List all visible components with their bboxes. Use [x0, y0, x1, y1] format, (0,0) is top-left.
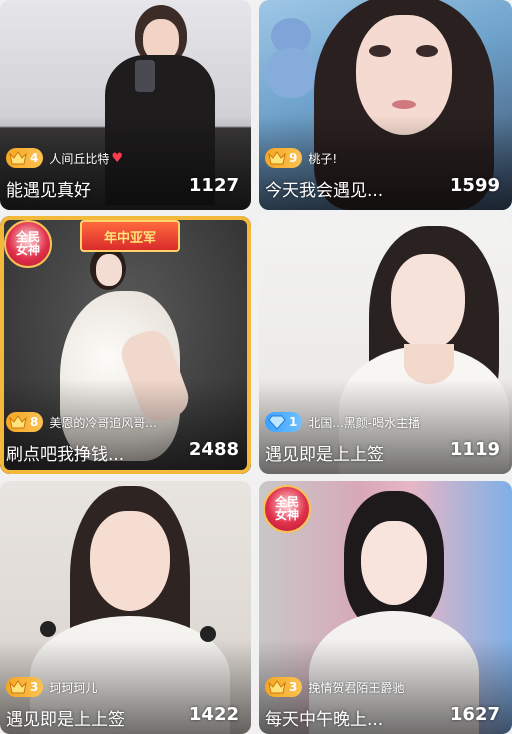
live-card-6[interactable]: 全民 女神 3 挽情贺君陌王爵驰 每天中午晚上... 1627 [259, 481, 512, 734]
goddess-badge: 全民 女神 [263, 485, 311, 533]
badge-line-2: 女神 [15, 243, 40, 257]
crown-icon [268, 680, 286, 694]
level-number: 1 [289, 415, 298, 429]
live-card-2[interactable]: 9 桃子! 今天我会遇见... 1599 [259, 0, 512, 210]
stream-title: 遇见即是上上签 [6, 710, 125, 730]
heart-icon: ♥ [111, 150, 124, 166]
viewer-count: 1127 [188, 175, 239, 196]
stream-title: 今天我会遇见... [265, 181, 384, 201]
level-number: 9 [289, 151, 298, 165]
level-badge: 4 [6, 148, 44, 168]
streamer-info: 9 桃子! [265, 147, 337, 169]
level-number: 3 [289, 680, 298, 694]
stream-title: 刷点吧我挣钱... [6, 445, 125, 465]
streamer-info: 4 人间丘比特 ♥ [6, 147, 123, 169]
level-badge: 3 [6, 677, 44, 697]
level-badge: 1 [265, 412, 303, 432]
level-badge: 3 [265, 677, 303, 697]
viewer-count: 1599 [449, 175, 500, 196]
goddess-badge: 全民 女神 [4, 220, 52, 268]
streamer-name: 人间丘比特 [49, 151, 110, 166]
level-badge: 8 [6, 412, 44, 432]
crown-icon [9, 680, 27, 694]
crown-icon [9, 415, 27, 429]
streamer-info: 3 挽情贺君陌王爵驰 [265, 676, 404, 698]
viewer-count: 2488 [188, 439, 239, 460]
streamer-info: 3 珂珂珂儿 [6, 676, 97, 698]
viewer-count: 1119 [449, 439, 500, 460]
streamer-name: 挽情贺君陌王爵驰 [308, 680, 405, 695]
crown-icon [9, 151, 27, 165]
streamer-info: 1 北国...黑颜-喝水主播 [265, 411, 420, 433]
crown-icon [268, 151, 286, 165]
level-number: 8 [30, 415, 39, 429]
level-badge: 9 [265, 148, 303, 168]
viewer-count: 1422 [188, 704, 239, 725]
award-banner: 年中亚军 [80, 220, 180, 252]
streamer-name: 珂珂珂儿 [49, 680, 98, 695]
streamer-name: 美恩的冷哥追风哥... [49, 415, 157, 430]
level-number: 3 [30, 680, 39, 694]
viewer-count: 1627 [449, 704, 500, 725]
live-card-1[interactable]: 4 人间丘比特 ♥ 能遇见真好 1127 [0, 0, 251, 210]
live-card-5[interactable]: 3 珂珂珂儿 遇见即是上上签 1422 [0, 481, 251, 734]
stream-title: 能遇见真好 [6, 181, 91, 201]
badge-line-2: 女神 [274, 508, 299, 522]
streamer-info: 8 美恩的冷哥追风哥... [6, 411, 157, 433]
level-number: 4 [30, 151, 39, 165]
live-card-4[interactable]: 1 北国...黑颜-喝水主播 遇见即是上上签 1119 [259, 216, 512, 474]
streamer-name: 北国...黑颜-喝水主播 [308, 415, 421, 430]
streamer-name: 桃子! [308, 151, 338, 166]
stream-title: 遇见即是上上签 [265, 445, 384, 465]
stream-title: 每天中午晚上... [265, 710, 384, 730]
live-card-3[interactable]: 全民 女神 年中亚军 8 美恩的冷哥追风哥... 刷点吧我挣钱... 2488 [0, 216, 251, 474]
diamond-icon [268, 415, 286, 430]
